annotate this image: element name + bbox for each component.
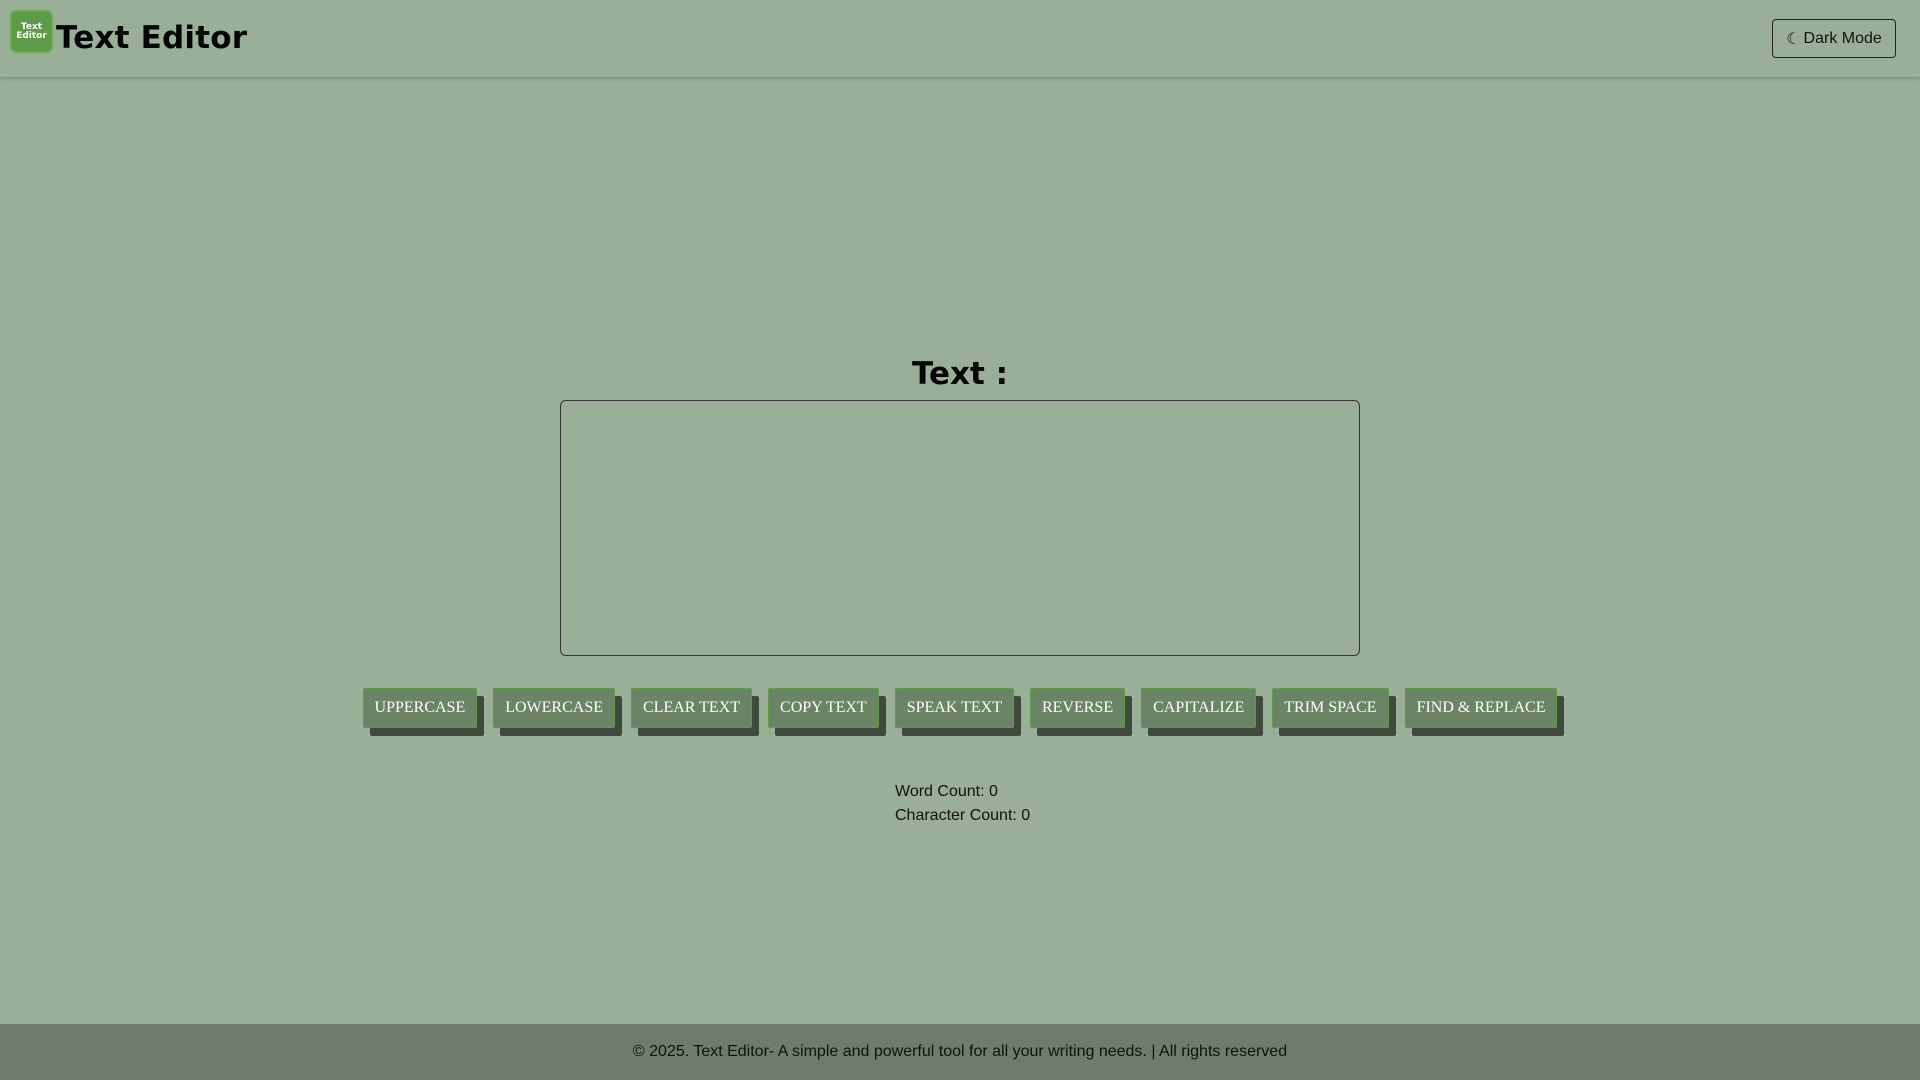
logo-line-2: Editor xyxy=(16,30,47,41)
character-count: Character Count: 0 xyxy=(895,807,1031,824)
speak-text-button[interactable]: SPEAK TEXT xyxy=(894,688,1014,728)
moon-icon: ☾ xyxy=(1786,30,1801,48)
dark-mode-button[interactable]: ☾ Dark Mode xyxy=(1772,19,1896,58)
navbar: Text Editor Text Editor ☾ Dark Mode xyxy=(0,0,1920,77)
text-editor-logo-icon[interactable]: Text Editor xyxy=(10,10,53,53)
find-replace-button[interactable]: FIND & REPLACE xyxy=(1404,688,1558,728)
brand-title[interactable]: Text Editor xyxy=(56,20,247,56)
reverse-button[interactable]: REVERSE xyxy=(1029,688,1126,728)
lowercase-button[interactable]: LOWERCASE xyxy=(493,688,615,728)
capitalize-button[interactable]: CAPITALIZE xyxy=(1141,688,1257,728)
dark-mode-label: Dark Mode xyxy=(1803,29,1882,47)
word-count: Word Count: 0 xyxy=(895,783,998,800)
uppercase-button[interactable]: UPPERCASE xyxy=(362,688,478,728)
trim-space-button[interactable]: TRIM SPACE xyxy=(1272,688,1389,728)
page-heading: Text : xyxy=(911,356,1009,392)
footer: © 2025. Text Editor- A simple and powerf… xyxy=(0,1024,1920,1080)
copy-text-button[interactable]: COPY TEXT xyxy=(768,688,879,728)
clear-text-button[interactable]: CLEAR TEXT xyxy=(631,688,753,728)
text-input-area[interactable] xyxy=(560,400,1360,656)
action-button-row: UPPERCASE LOWERCASE CLEAR TEXT COPY TEXT… xyxy=(0,688,1920,728)
text-stats: Word Count: 0 Character Count: 0 xyxy=(895,780,1030,828)
footer-text: © 2025. Text Editor- A simple and powerf… xyxy=(632,1043,1288,1060)
